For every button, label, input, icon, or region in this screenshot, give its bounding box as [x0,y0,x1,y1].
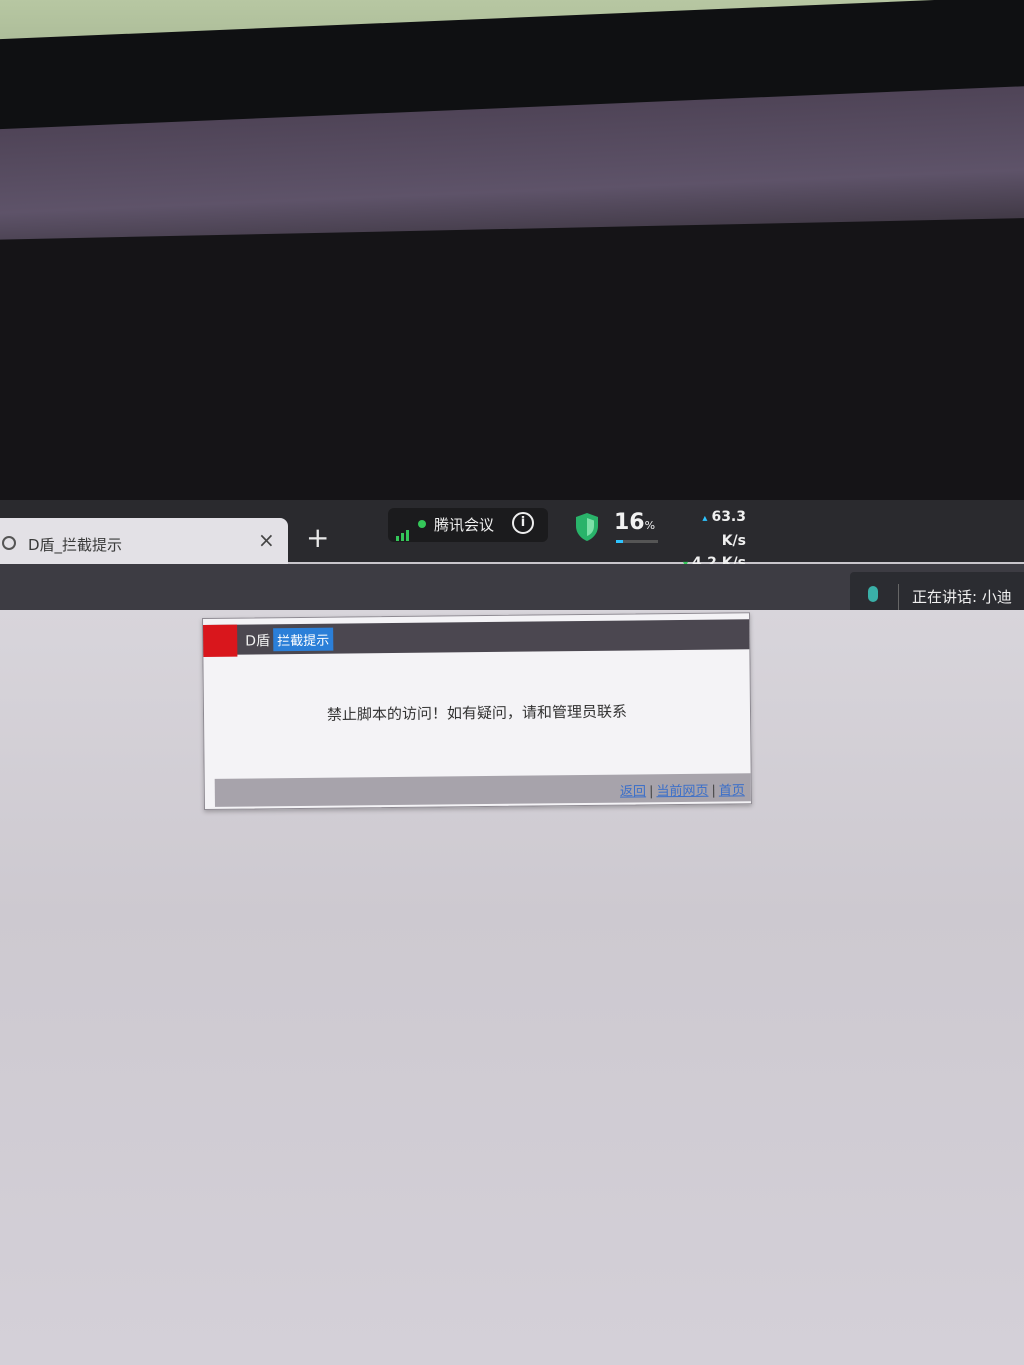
cpu-value: 16 [614,510,645,535]
cpu-unit: % [644,519,656,532]
block-notice-dialog: D盾 拦截提示 禁止脚本的访问！如有疑问，请和管理员联系 返回 | 当前网页 | 首页 [202,612,752,810]
dialog-links: 返回 | 当前网页 | 首页 [620,779,745,799]
cpu-usage-bar [616,540,658,543]
shield-icon[interactable] [574,512,600,542]
browser-tab[interactable]: D盾_拦截提示 × [0,518,288,564]
dialog-tag: 拦截提示 [273,627,334,652]
microphone-icon [868,586,878,602]
dialog-message: 禁止脚本的访问！如有疑问，请和管理员联系 [326,702,628,724]
info-icon[interactable]: i [512,512,534,534]
speaking-label: 正在讲话: 小迪 [912,588,1012,606]
cpu-usage-fill [616,540,623,543]
divider [898,584,899,610]
status-dot-icon [418,520,426,528]
home-link[interactable]: 首页 [719,783,745,798]
signal-icon [396,522,411,541]
back-link[interactable]: 返回 [620,784,646,799]
link-separator: | [711,783,716,799]
meeting-widget[interactable]: 腾讯会议 i [388,508,548,542]
cpu-usage: 16% [614,510,655,535]
link-separator: | [648,784,654,800]
new-tab-button[interactable]: + [306,518,329,558]
upload-speed: 63.3 K/s [674,506,746,552]
dialog-brand: D盾 [245,633,271,650]
current-page-link[interactable]: 当前网页 [656,784,708,800]
dialog-logo-block [203,624,238,657]
tab-favicon-icon [2,536,16,550]
dialog-footer: 返回 | 当前网页 | 首页 [214,773,751,807]
desktop-dark-area [0,217,1024,530]
tab-title: D盾_拦截提示 [28,536,123,554]
tab-close-icon[interactable]: × [258,528,275,552]
meeting-label: 腾讯会议 [434,516,495,534]
